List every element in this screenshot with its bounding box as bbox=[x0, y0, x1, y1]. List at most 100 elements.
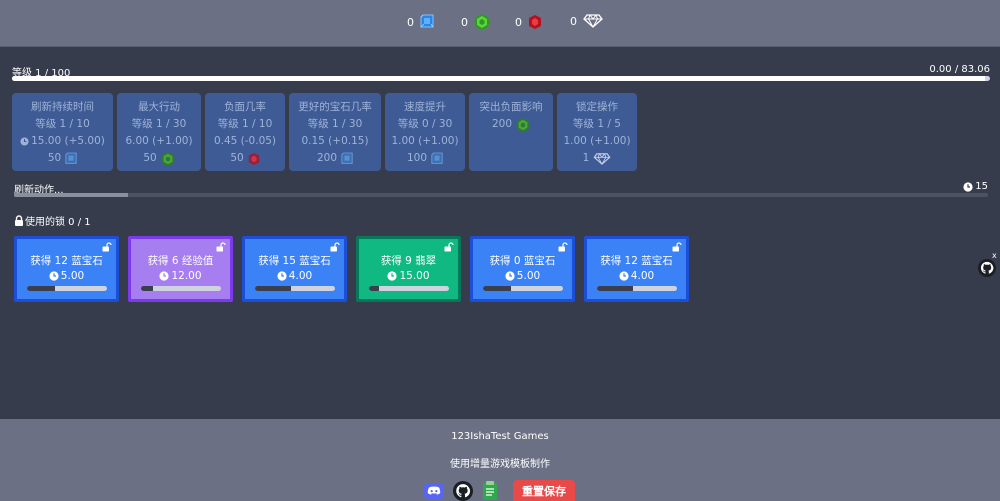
resource-ruby: 0 bbox=[515, 14, 542, 30]
footer-links bbox=[424, 481, 507, 501]
action-title: 获得 6 经验值 bbox=[147, 255, 214, 267]
level-progress-fill bbox=[12, 76, 986, 81]
lock-label: 使用的锁 0 / 1 bbox=[25, 217, 91, 228]
action-progress-fill bbox=[483, 286, 511, 291]
clock-icon bbox=[505, 271, 515, 281]
upgrade-max-actions[interactable]: 最大行动 等级 1 / 30 6.00 (+1.00) 50 bbox=[117, 93, 201, 171]
resource-diamond: 0 bbox=[570, 14, 603, 28]
upgrade-highlight-negative[interactable]: 突出负面影响 200 bbox=[469, 93, 553, 171]
action-card[interactable]: 获得 9 翡翠 15.00 bbox=[356, 236, 461, 302]
action-progress-bar bbox=[255, 286, 335, 291]
level-progress-text: 0.00 / 83.06 bbox=[929, 64, 990, 75]
action-progress-fill bbox=[255, 286, 291, 291]
upgrade-level: 等级 0 / 30 bbox=[397, 118, 453, 130]
upgrade-better-gem-chance[interactable]: 更好的宝石几率 等级 1 / 30 0.15 (+0.15) 200 bbox=[289, 93, 381, 171]
diamond-icon bbox=[593, 152, 611, 165]
upgrade-speed-boost[interactable]: 速度提升 等级 0 / 30 1.00 (+1.00) 100 bbox=[385, 93, 465, 171]
action-time: 5.00 bbox=[473, 270, 572, 282]
upgrade-value: 0.45 (-0.05) bbox=[213, 135, 277, 147]
ruby-icon bbox=[528, 14, 542, 30]
upgrade-value: 0.15 (+0.15) bbox=[301, 135, 369, 147]
upgrade-level: 等级 1 / 30 bbox=[131, 118, 187, 130]
discord-icon[interactable] bbox=[424, 483, 444, 501]
action-title: 获得 9 翡翠 bbox=[380, 255, 437, 267]
action-progress-fill bbox=[27, 286, 55, 291]
action-progress-fill bbox=[597, 286, 633, 291]
upgrade-cost: 200 bbox=[289, 150, 381, 167]
clock-icon bbox=[963, 181, 973, 192]
upgrade-name: 最大行动 bbox=[138, 101, 180, 113]
upgrade-name: 刷新持续时间 bbox=[31, 101, 94, 113]
refresh-timer: 15 bbox=[963, 181, 988, 192]
emerald-icon bbox=[516, 117, 530, 132]
upgrade-level: 等级 1 / 10 bbox=[217, 118, 273, 130]
ruby-icon bbox=[248, 152, 259, 165]
action-progress-fill bbox=[141, 286, 153, 291]
itch-icon[interactable] bbox=[482, 481, 498, 501]
action-progress-bar bbox=[483, 286, 563, 291]
sapphire-count: 0 bbox=[407, 15, 414, 29]
emerald-icon bbox=[161, 151, 175, 166]
action-card[interactable]: 获得 0 蓝宝石 5.00 bbox=[470, 236, 575, 302]
upgrade-list: 刷新持续时间 等级 1 / 10 15.00 (+5.00) 50 最大行动 等… bbox=[12, 93, 641, 171]
upgrade-name: 突出负面影响 bbox=[479, 101, 543, 113]
action-list: 获得 12 蓝宝石 5.00 获得 6 经验值 12.00 获得 15 蓝宝石 4.00 获… bbox=[14, 236, 698, 302]
action-card[interactable]: 获得 12 蓝宝石 4.00 bbox=[584, 236, 689, 302]
upgrade-name: 锁定操作 bbox=[576, 101, 618, 113]
action-time: 12.00 bbox=[131, 270, 230, 282]
upgrade-value: 6.00 (+1.00) bbox=[125, 135, 193, 147]
upgrade-level: 等级 1 / 30 bbox=[307, 118, 363, 130]
upgrade-name: 负面几率 bbox=[224, 101, 266, 113]
diamond-icon bbox=[583, 14, 603, 28]
lock-icon bbox=[15, 215, 23, 226]
action-card[interactable]: 获得 15 蓝宝石 4.00 bbox=[242, 236, 347, 302]
emerald-icon bbox=[474, 14, 490, 30]
upgrade-lock-actions[interactable]: 锁定操作 等级 1 / 5 1.00 (+1.00) 1 bbox=[557, 93, 637, 171]
action-progress-fill bbox=[369, 286, 379, 291]
clock-icon bbox=[159, 271, 170, 281]
upgrade-cost: 50 bbox=[205, 150, 285, 167]
emerald-count: 0 bbox=[461, 15, 468, 29]
upgrade-refresh-duration[interactable]: 刷新持续时间 等级 1 / 10 15.00 (+5.00) 50 bbox=[12, 93, 113, 171]
level-progress-bar bbox=[12, 76, 990, 81]
action-time: 4.00 bbox=[587, 270, 686, 282]
action-title: 获得 12 蓝宝石 bbox=[30, 255, 103, 267]
footer-made-with[interactable]: 使用增量游戏模板制作 bbox=[0, 455, 1000, 470]
action-title: 获得 15 蓝宝石 bbox=[258, 255, 331, 267]
resource-emerald: 0 bbox=[461, 14, 490, 30]
github-side-button[interactable] bbox=[978, 259, 996, 281]
upgrade-cost: 100 bbox=[385, 150, 465, 167]
action-card[interactable]: 获得 12 蓝宝石 5.00 bbox=[14, 236, 119, 302]
github-icon bbox=[978, 259, 996, 277]
upgrade-negative-chance[interactable]: 负面几率 等级 1 / 10 0.45 (-0.05) 50 bbox=[205, 93, 285, 171]
action-time: 15.00 bbox=[359, 270, 458, 282]
upgrade-cost: 50 bbox=[12, 150, 113, 167]
footer-credit: 123IshaTest Games bbox=[451, 431, 549, 442]
sapphire-icon bbox=[431, 152, 443, 164]
action-card[interactable]: 获得 6 经验值 12.00 bbox=[128, 236, 233, 302]
diamond-count: 0 bbox=[570, 14, 577, 28]
refresh-time: 15 bbox=[975, 181, 988, 192]
sapphire-icon bbox=[420, 14, 434, 30]
action-progress-bar bbox=[597, 286, 677, 291]
upgrade-value: 1.00 (+1.00) bbox=[563, 135, 631, 147]
github-icon[interactable] bbox=[453, 481, 473, 501]
footer: 123IshaTest Games 使用增量游戏模板制作 重置保存 bbox=[0, 419, 1000, 501]
action-progress-bar bbox=[141, 286, 221, 291]
action-progress-bar bbox=[369, 286, 449, 291]
reset-save-button[interactable]: 重置保存 bbox=[513, 480, 575, 501]
resource-bar: 0 0 0 0 bbox=[0, 0, 1000, 47]
clock-icon bbox=[277, 271, 287, 281]
upgrade-value: 1.00 (+1.00) bbox=[391, 135, 459, 147]
sapphire-icon bbox=[341, 152, 353, 164]
clock-icon bbox=[49, 271, 59, 281]
clock-icon bbox=[20, 137, 29, 146]
upgrade-cost: 1 bbox=[557, 150, 637, 167]
action-progress-bar bbox=[27, 286, 107, 291]
refresh-progress-fill bbox=[14, 193, 128, 197]
clock-icon bbox=[619, 271, 629, 281]
upgrade-value: 15.00 (+5.00) bbox=[12, 133, 113, 150]
upgrade-name: 速度提升 bbox=[404, 101, 446, 113]
refresh-progress-bar bbox=[14, 193, 988, 197]
lock-count: 使用的锁 0 / 1 bbox=[14, 213, 91, 228]
